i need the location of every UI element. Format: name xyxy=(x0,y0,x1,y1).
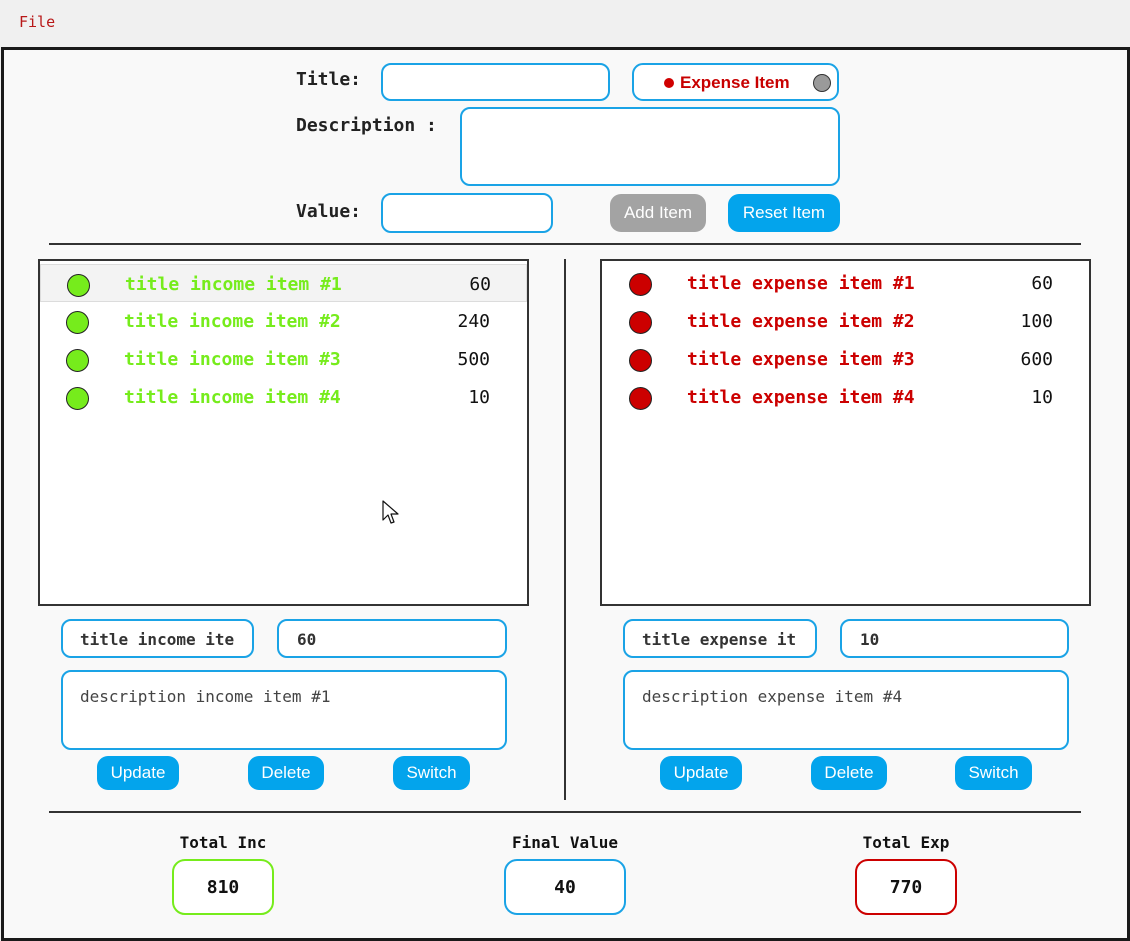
expense-edit-description-input[interactable]: description expense item #4 xyxy=(623,670,1069,750)
value-label: Value: xyxy=(296,201,362,222)
expense-switch-button[interactable]: Switch xyxy=(955,756,1032,790)
income-item-title: title income item #2 xyxy=(124,311,341,332)
reset-item-button[interactable]: Reset Item xyxy=(728,194,840,232)
income-edit-value-input[interactable]: 60 xyxy=(277,619,507,658)
income-switch-button[interactable]: Switch xyxy=(393,756,470,790)
total-expense-value: 770 xyxy=(855,859,957,915)
add-item-button[interactable]: Add Item xyxy=(610,194,706,232)
expense-item-title: title expense item #1 xyxy=(687,273,915,294)
title-label: Title: xyxy=(296,69,362,90)
menu-bar: File xyxy=(0,0,1130,47)
expense-item-title: title expense item #2 xyxy=(687,311,915,332)
income-circle-icon xyxy=(66,311,89,334)
expense-item-title: title expense item #3 xyxy=(687,349,915,370)
income-edit-title-text: title income ite xyxy=(80,630,235,649)
income-edit-description-input[interactable]: description income item #1 xyxy=(61,670,507,750)
expense-item-value: 60 xyxy=(1031,273,1053,294)
income-item-value: 10 xyxy=(468,387,490,408)
expense-circle-icon xyxy=(629,349,652,372)
description-label: Description : xyxy=(296,115,437,136)
bottom-divider xyxy=(49,811,1081,813)
income-edit-description-text: description income item #1 xyxy=(80,687,331,706)
income-item-value: 240 xyxy=(457,311,490,332)
expense-circle-icon xyxy=(629,311,652,334)
income-list-item[interactable]: title income item #1 60 xyxy=(40,264,527,302)
expense-item-value: 100 xyxy=(1020,311,1053,332)
final-value-box: 40 xyxy=(504,859,626,915)
expense-list-item[interactable]: title expense item #3 600 xyxy=(602,340,1089,378)
income-update-button[interactable]: Update xyxy=(97,756,179,790)
income-circle-icon xyxy=(66,349,89,372)
center-divider xyxy=(564,259,566,800)
expense-circle-icon xyxy=(629,387,652,410)
income-item-title: title income item #4 xyxy=(124,387,341,408)
total-expense-label: Total Exp xyxy=(862,833,950,852)
total-income-label: Total Inc xyxy=(179,833,267,852)
value-input[interactable] xyxy=(381,193,553,233)
toggle-knob[interactable] xyxy=(813,74,831,92)
income-delete-button[interactable]: Delete xyxy=(248,756,324,790)
expense-indicator-dot xyxy=(664,78,674,88)
expense-item-value: 600 xyxy=(1020,349,1053,370)
expense-circle-icon xyxy=(629,273,652,296)
income-circle-icon xyxy=(66,387,89,410)
expense-edit-description-text: description expense item #4 xyxy=(642,687,903,706)
toggle-label: Expense Item xyxy=(680,73,790,92)
expense-edit-title-input[interactable]: title expense it xyxy=(623,619,817,658)
income-list-item[interactable]: title income item #4 10 xyxy=(40,378,527,416)
expense-list-item[interactable]: title expense item #1 60 xyxy=(602,264,1089,302)
final-value-label: Final Value xyxy=(512,833,618,852)
income-edit-title-input[interactable]: title income ite xyxy=(61,619,254,658)
expense-item-value: 10 xyxy=(1031,387,1053,408)
expense-edit-title-text: title expense it xyxy=(642,630,797,649)
expense-list-item[interactable]: title expense item #2 100 xyxy=(602,302,1089,340)
expense-list[interactable]: title expense item #1 60 title expense i… xyxy=(600,259,1091,606)
total-income-value: 810 xyxy=(172,859,274,915)
income-item-value: 60 xyxy=(469,274,491,295)
expense-update-button[interactable]: Update xyxy=(660,756,742,790)
income-edit-value-text: 60 xyxy=(297,630,317,649)
mouse-cursor-icon xyxy=(382,500,399,524)
expense-item-toggle[interactable]: Expense Item xyxy=(632,63,839,101)
income-list[interactable]: title income item #1 60 title income ite… xyxy=(38,259,529,606)
income-list-item[interactable]: title income item #2 240 xyxy=(40,302,527,340)
expense-item-title: title expense item #4 xyxy=(687,387,915,408)
description-input[interactable] xyxy=(460,107,840,186)
expense-edit-value-text: 10 xyxy=(860,630,880,649)
title-input[interactable] xyxy=(381,63,610,101)
income-list-item[interactable]: title income item #3 500 xyxy=(40,340,527,378)
income-item-title: title income item #1 xyxy=(125,274,342,295)
expense-edit-value-input[interactable]: 10 xyxy=(840,619,1069,658)
income-circle-icon xyxy=(67,274,90,297)
income-item-title: title income item #3 xyxy=(124,349,341,370)
top-divider xyxy=(49,243,1081,245)
expense-delete-button[interactable]: Delete xyxy=(811,756,887,790)
income-item-value: 500 xyxy=(457,349,490,370)
menu-file[interactable]: File xyxy=(19,13,55,31)
expense-list-item[interactable]: title expense item #4 10 xyxy=(602,378,1089,416)
